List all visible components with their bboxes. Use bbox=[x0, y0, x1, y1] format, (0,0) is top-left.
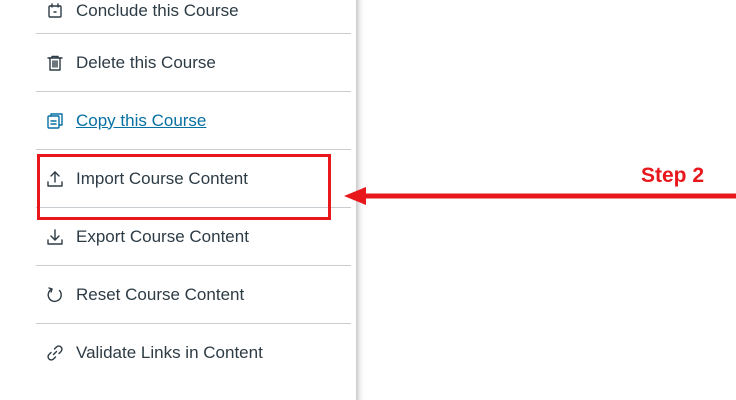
delete-course-item[interactable]: Delete this Course bbox=[36, 34, 351, 92]
copy-course-link[interactable]: Copy this Course bbox=[76, 111, 206, 131]
conclude-icon bbox=[46, 2, 64, 20]
reset-icon bbox=[46, 286, 64, 304]
upload-icon bbox=[46, 170, 64, 188]
export-course-content-label: Export Course Content bbox=[76, 226, 249, 246]
trash-icon bbox=[46, 54, 64, 72]
validate-links-item[interactable]: Validate Links in Content bbox=[36, 324, 351, 382]
reset-course-content-label: Reset Course Content bbox=[76, 284, 245, 304]
reset-course-content-item[interactable]: Reset Course Content bbox=[36, 266, 351, 324]
link-icon bbox=[46, 344, 64, 362]
export-course-content-item[interactable]: Export Course Content bbox=[36, 208, 351, 266]
conclude-course-item[interactable]: Conclude this Course bbox=[36, 0, 351, 34]
delete-course-label: Delete this Course bbox=[76, 52, 216, 72]
import-course-content-item[interactable]: Import Course Content bbox=[36, 150, 351, 208]
pointer-arrow bbox=[344, 187, 736, 205]
import-course-content-label: Import Course Content bbox=[76, 168, 248, 188]
conclude-course-label: Conclude this Course bbox=[76, 0, 239, 20]
copy-icon bbox=[46, 112, 64, 130]
download-icon bbox=[46, 228, 64, 246]
step-label: Step 2 bbox=[641, 164, 705, 187]
validate-links-label: Validate Links in Content bbox=[76, 343, 263, 362]
course-actions-menu: Conclude this Course Delete this Course … bbox=[36, 0, 351, 382]
course-settings-sidebar: Conclude this Course Delete this Course … bbox=[0, 0, 356, 400]
screenshot-stage: Conclude this Course Delete this Course … bbox=[0, 0, 736, 400]
copy-course-item[interactable]: Copy this Course bbox=[36, 92, 351, 150]
